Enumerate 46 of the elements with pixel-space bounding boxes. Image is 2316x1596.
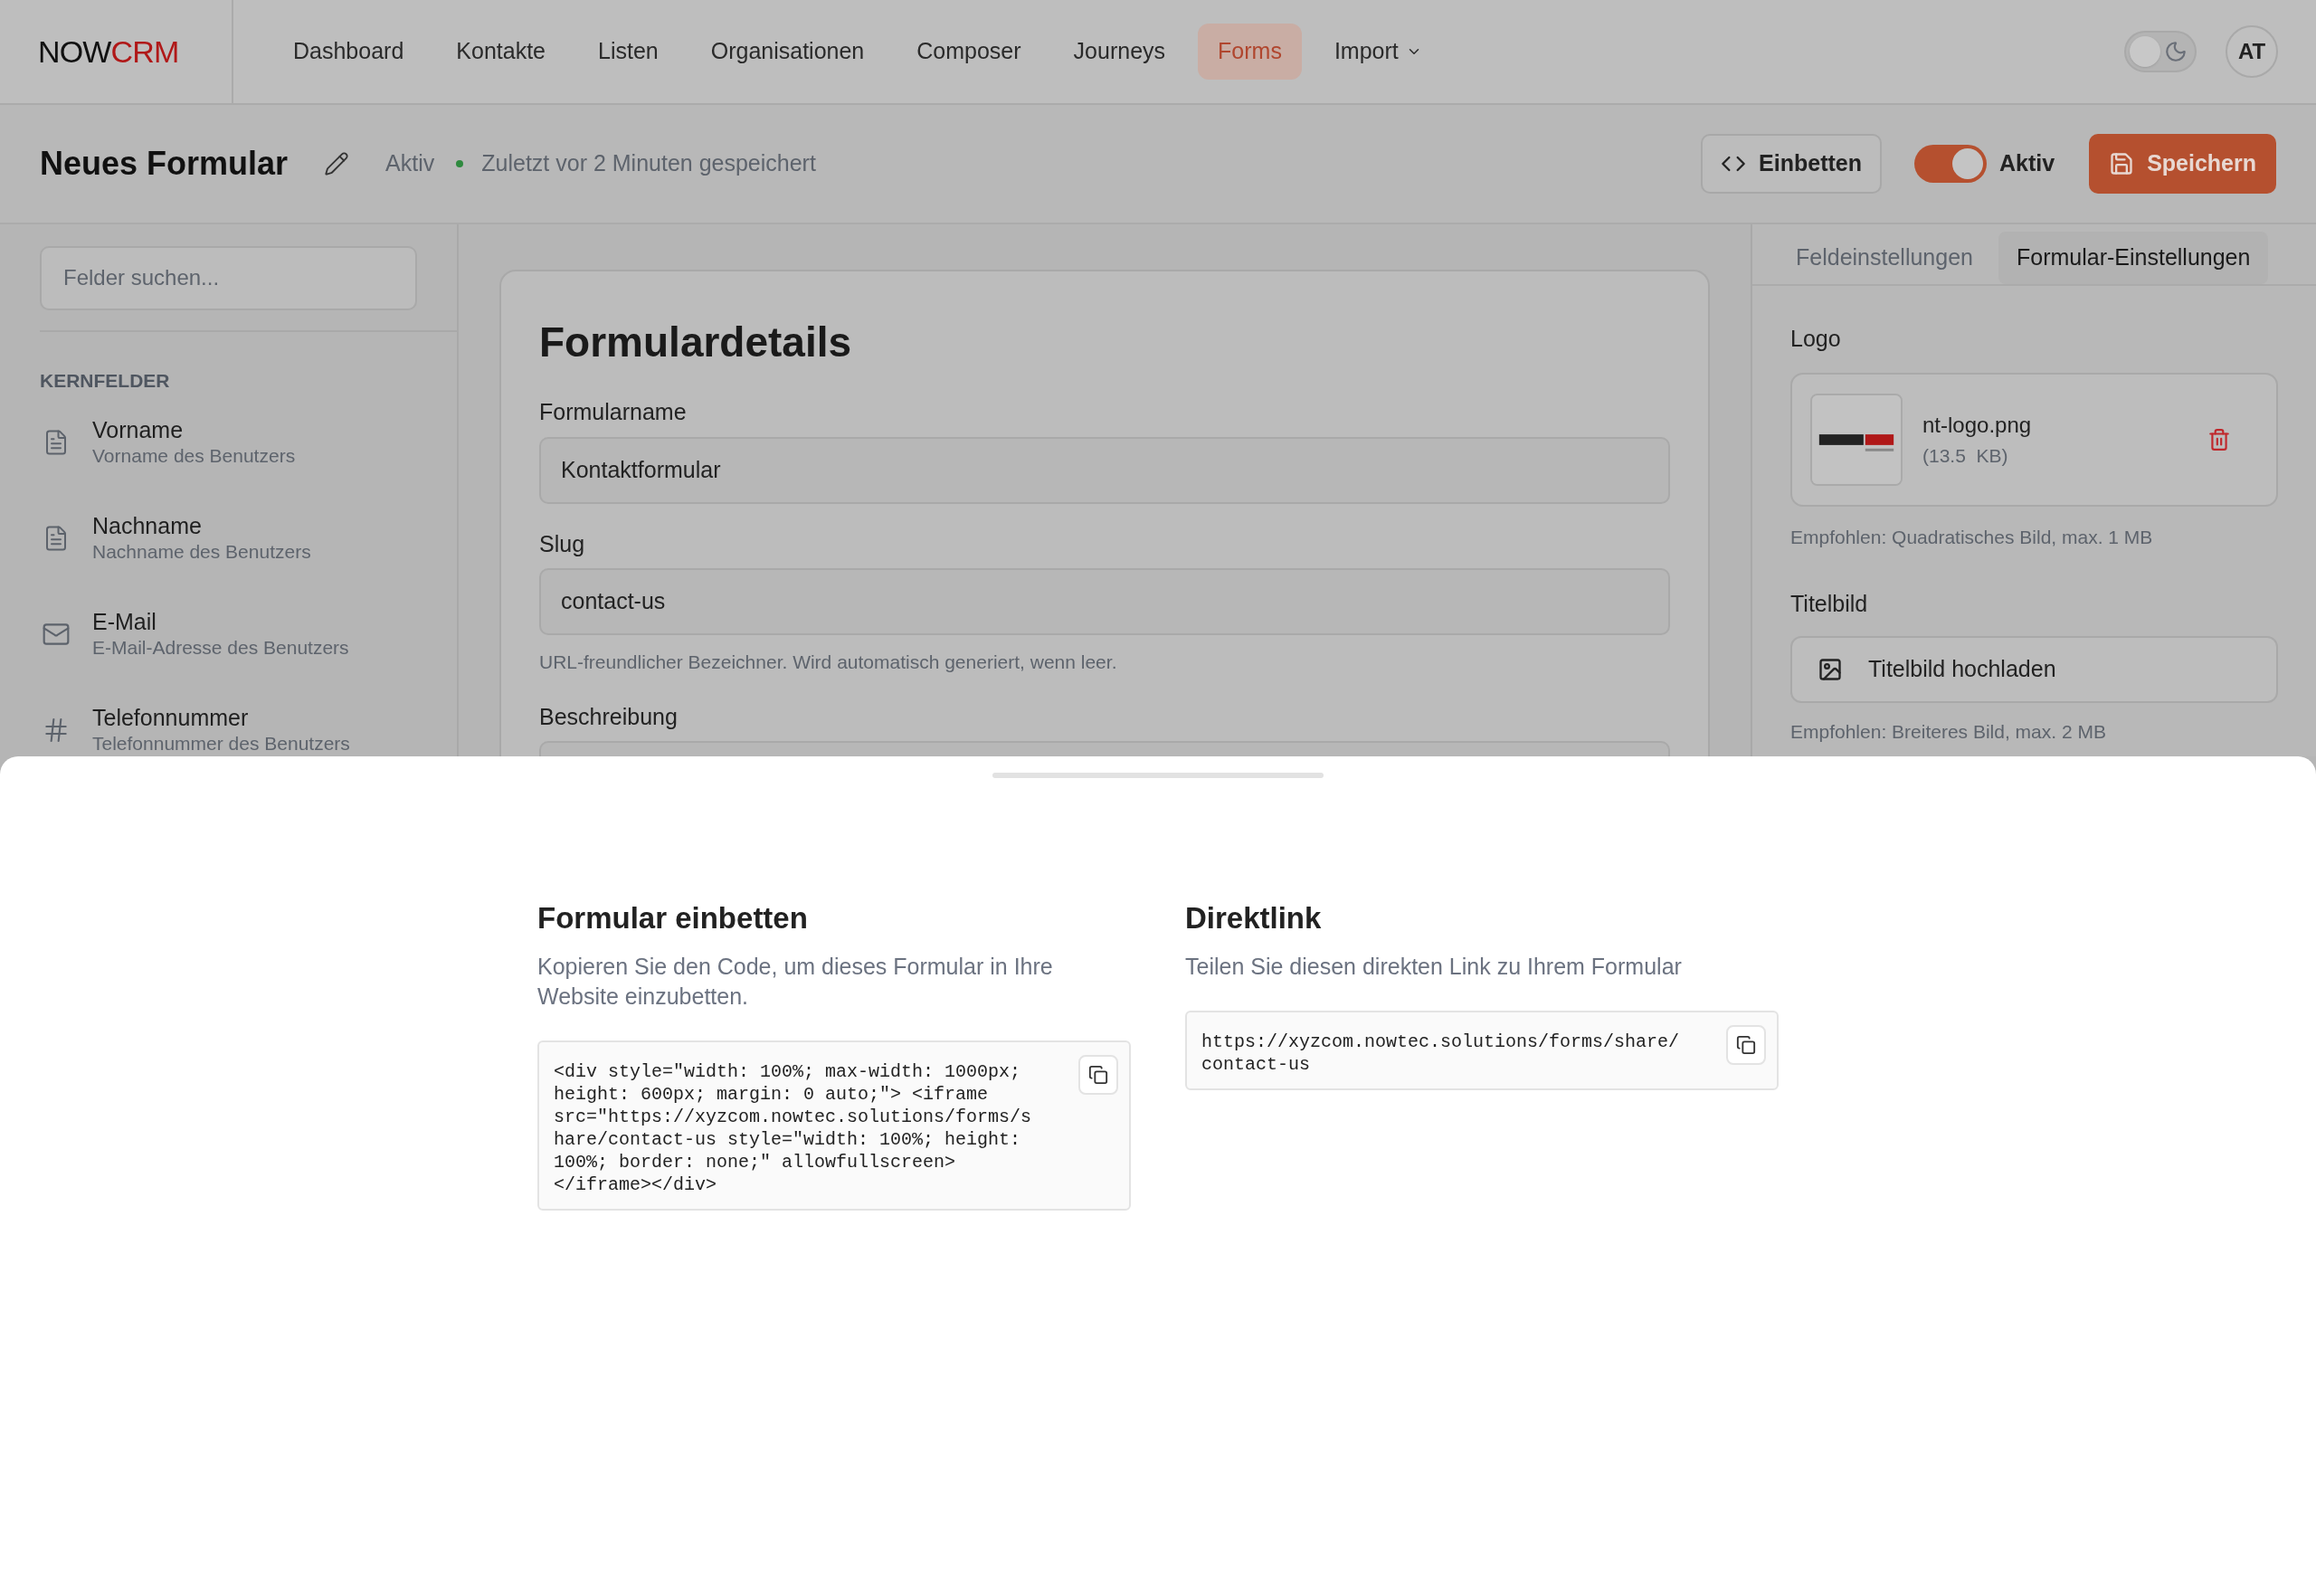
nav-tab[interactable]: Listen bbox=[578, 24, 679, 80]
cover-label: Titelbild bbox=[1790, 590, 1869, 618]
field-label: Formularname bbox=[539, 398, 688, 426]
field-name[interactable]: Telefonnummer bbox=[92, 704, 350, 731]
card-title: Formulardetails bbox=[539, 318, 853, 367]
field-name[interactable]: Nachname bbox=[92, 512, 311, 539]
text-field[interactable]: Kontaktformular bbox=[539, 436, 1670, 504]
app-logo[interactable]: NOWCRM bbox=[38, 28, 179, 75]
section-description: Kopieren Sie den Code, um dieses Formular in Ihre Website einzubetten. bbox=[537, 952, 1054, 1011]
save-button[interactable]: Speichern bbox=[2089, 134, 2276, 194]
logo-label: Logo bbox=[1790, 325, 1842, 353]
nav-tab[interactable]: Dashboard bbox=[273, 24, 424, 80]
field-label: Slug bbox=[539, 529, 586, 558]
field-description: Vorname des Benutzers bbox=[92, 444, 296, 468]
code-text: https://xyzcom.nowtec.solutions/forms/share/contact-us bbox=[1201, 1031, 1680, 1075]
cover-hint: Empfohlen: Breiteres Bild, max. 2 MB bbox=[1790, 719, 2107, 744]
user-avatar[interactable]: AT bbox=[2226, 25, 2278, 78]
code-text: <div style="width: 100%; max-width: 1000px; height: 600px; margin: 0 auto;"> <iframe src="https://xyzcom.nowtec.solutions/forms/share/contact-us style="width: 100%; height: 100%; border: none;" allowfullscreen></iframe></div> bbox=[554, 1060, 1032, 1195]
section-title: Formular einbetten bbox=[537, 900, 809, 936]
section-description: Teilen Sie diesen direkten Link zu Ihrem Formular bbox=[1185, 952, 1683, 981]
nav-tab[interactable]: Kontakte bbox=[436, 24, 565, 80]
embed-button[interactable]: Einbetten bbox=[1701, 134, 1882, 194]
section-heading: KERNFELDER bbox=[40, 368, 171, 393]
logo-hint: Empfohlen: Quadratisches Bild, max. 1 MB bbox=[1790, 525, 2154, 549]
active-label: Aktiv bbox=[1999, 149, 2055, 178]
nav-tab[interactable]: Organisationen bbox=[690, 24, 885, 80]
nav-tab[interactable]: Journeys bbox=[1053, 24, 1186, 80]
file-size: (13.5 KB) bbox=[1922, 443, 2009, 468]
field-description: Nachname des Benutzers bbox=[92, 540, 311, 564]
settings-tab[interactable]: Formular-Einstellungen bbox=[1998, 232, 2269, 284]
field-hint: URL-freundlicher Bezeichner. Wird automatisch generiert, wenn leer. bbox=[539, 651, 1118, 674]
field-description: E-Mail-Adresse des Benutzers bbox=[92, 636, 349, 660]
field-label: Beschreibung bbox=[539, 702, 679, 731]
saved-time: Zuletzt vor 2 Minuten gespeichert bbox=[481, 149, 816, 178]
field-name[interactable]: Vorname bbox=[92, 416, 296, 443]
search-field[interactable]: Felder suchen... bbox=[40, 246, 417, 310]
status-label: Aktiv bbox=[385, 149, 435, 178]
text-field[interactable]: contact-us bbox=[539, 568, 1670, 635]
field-description: Telefonnummer des Benutzers bbox=[92, 732, 350, 755]
field-name[interactable]: E-Mail bbox=[92, 608, 349, 635]
nav-tab[interactable]: Composer bbox=[897, 24, 1041, 80]
section-title: Direktlink bbox=[1185, 900, 1323, 936]
upload-button[interactable]: Titelbild hochladen bbox=[1790, 635, 2278, 703]
form-title: Neues Formular bbox=[40, 144, 289, 184]
nav-dropdown[interactable]: Import bbox=[1314, 24, 1442, 80]
file-name: nt-logo.png bbox=[1922, 411, 2032, 439]
